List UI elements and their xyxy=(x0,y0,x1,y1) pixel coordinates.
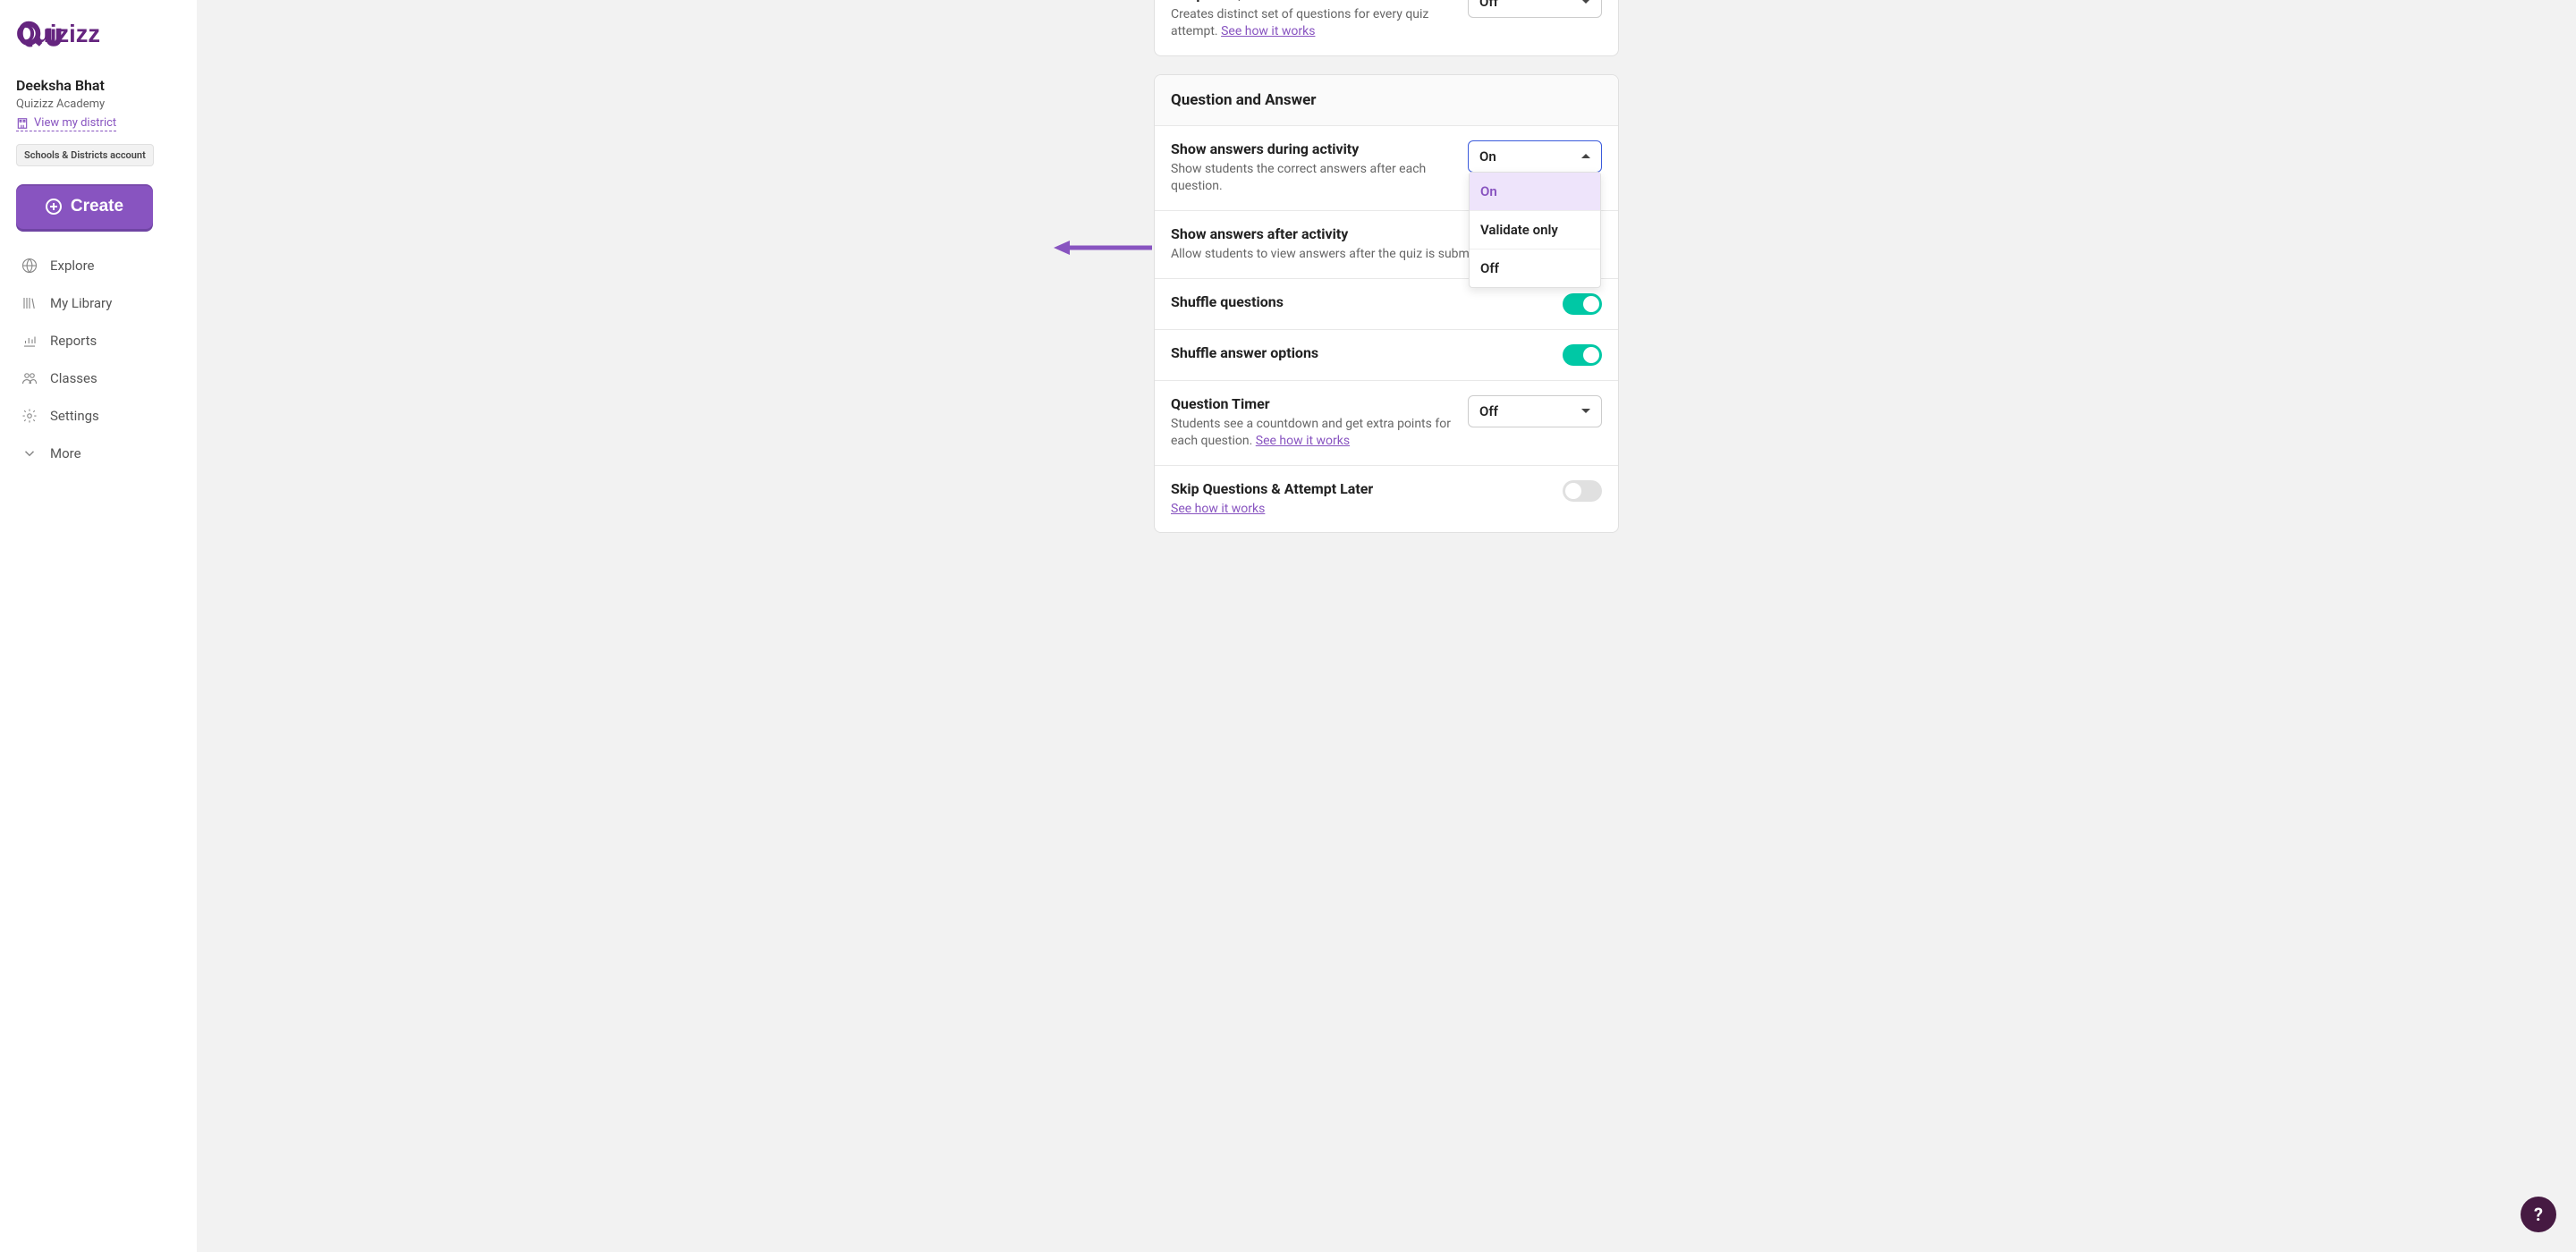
help-button[interactable]: ? xyxy=(2521,1197,2556,1232)
content-area: improve accuracy. Adaptive Question Bank… xyxy=(197,0,2576,1252)
building-icon xyxy=(16,117,29,130)
setting-row-adaptive: Adaptive Question Bank Mode Creates dist… xyxy=(1155,0,1618,55)
sidebar-item-label: More xyxy=(50,445,81,461)
globe-icon xyxy=(21,258,38,274)
setting-row-skip: Skip Questions & Attempt Later See how i… xyxy=(1155,466,1618,533)
setting-title-shuffle-a: Shuffle answer options xyxy=(1171,344,1552,361)
shuffle-a-toggle[interactable] xyxy=(1563,344,1602,366)
sidebar-item-label: Reports xyxy=(50,333,97,349)
setting-title-shuffle-q: Shuffle questions xyxy=(1171,293,1552,310)
qa-header: Question and Answer xyxy=(1155,75,1618,126)
logo: Quizizz xyxy=(16,20,181,52)
sidebar-item-label: Explore xyxy=(50,258,95,274)
sidebar-item-explore[interactable]: Explore xyxy=(16,247,181,284)
create-button-label: Create xyxy=(71,197,123,216)
account-type-badge: Schools & Districts account xyxy=(16,144,154,166)
gear-icon xyxy=(21,408,38,424)
sidebar-item-classes[interactable]: Classes xyxy=(16,360,181,397)
sidebar-item-label: Classes xyxy=(50,370,97,386)
help-icon: ? xyxy=(2534,1204,2543,1225)
sidebar-item-label: Settings xyxy=(50,408,99,424)
card-question-answer: Question and Answer Show answers during … xyxy=(1154,74,1619,534)
setting-title-show-during: Show answers during activity xyxy=(1171,140,1457,157)
sidebar-item-label: My Library xyxy=(50,295,112,311)
show-during-dropdown: On Validate only Off xyxy=(1469,172,1601,288)
adaptive-select[interactable]: Off xyxy=(1468,0,1602,18)
settings-panel: improve accuracy. Adaptive Question Bank… xyxy=(1154,0,1619,551)
skip-toggle[interactable] xyxy=(1563,480,1602,502)
chevron-down-icon xyxy=(21,445,38,461)
user-name: Deeksha Bhat xyxy=(16,77,181,94)
setting-row-shuffle-a: Shuffle answer options xyxy=(1155,330,1618,381)
card-mastery: improve accuracy. Adaptive Question Bank… xyxy=(1154,0,1619,56)
setting-desc-timer: Students see a countdown and get extra p… xyxy=(1171,416,1457,451)
plus-circle-icon xyxy=(46,199,62,215)
chart-icon xyxy=(21,333,38,349)
setting-title-skip: Skip Questions & Attempt Later xyxy=(1171,480,1552,497)
sidebar: Quizizz Deeksha Bhat Quizizz Academy Vie… xyxy=(0,0,197,1252)
setting-title-timer: Question Timer xyxy=(1171,395,1457,412)
chevron-down-icon xyxy=(1581,0,1590,4)
dropdown-item-off[interactable]: Off xyxy=(1470,250,1600,287)
sidebar-nav: Explore My Library Reports Classes Setti… xyxy=(16,247,181,472)
timer-see-how-link[interactable]: See how it works xyxy=(1256,434,1350,448)
sidebar-item-library[interactable]: My Library xyxy=(16,284,181,322)
setting-row-show-during: Show answers during activity Show studen… xyxy=(1155,126,1618,211)
dropdown-item-validate[interactable]: Validate only xyxy=(1470,211,1600,250)
sidebar-item-reports[interactable]: Reports xyxy=(16,322,181,360)
sidebar-item-settings[interactable]: Settings xyxy=(16,397,181,435)
timer-select-value: Off xyxy=(1479,403,1498,419)
setting-row-timer: Question Timer Students see a countdown … xyxy=(1155,381,1618,466)
timer-select[interactable]: Off xyxy=(1468,395,1602,427)
adaptive-select-value: Off xyxy=(1479,0,1498,10)
sidebar-item-more[interactable]: More xyxy=(16,435,181,472)
quizizz-logo-icon: Quizizz xyxy=(16,20,141,48)
chevron-down-icon xyxy=(1581,409,1590,413)
setting-desc-adaptive: Creates distinct set of questions for ev… xyxy=(1171,6,1457,41)
chevron-up-icon xyxy=(1581,154,1590,158)
setting-desc-show-during: Show students the correct answers after … xyxy=(1171,161,1457,196)
books-icon xyxy=(21,295,38,311)
skip-see-how-link[interactable]: See how it works xyxy=(1171,502,1265,516)
setting-title-adaptive: Adaptive Question Bank Mode xyxy=(1171,0,1457,3)
users-icon xyxy=(21,370,38,386)
show-during-select[interactable]: On On Validate only Off xyxy=(1468,140,1602,173)
user-academy: Quizizz Academy xyxy=(16,97,181,111)
shuffle-q-toggle[interactable] xyxy=(1563,293,1602,315)
dropdown-item-on[interactable]: On xyxy=(1470,173,1600,211)
show-during-select-value: On xyxy=(1479,148,1496,165)
create-button[interactable]: Create xyxy=(16,184,153,229)
adaptive-see-how-link[interactable]: See how it works xyxy=(1221,24,1315,38)
view-district-label: View my district xyxy=(34,116,116,130)
view-district-link[interactable]: View my district xyxy=(16,116,116,131)
